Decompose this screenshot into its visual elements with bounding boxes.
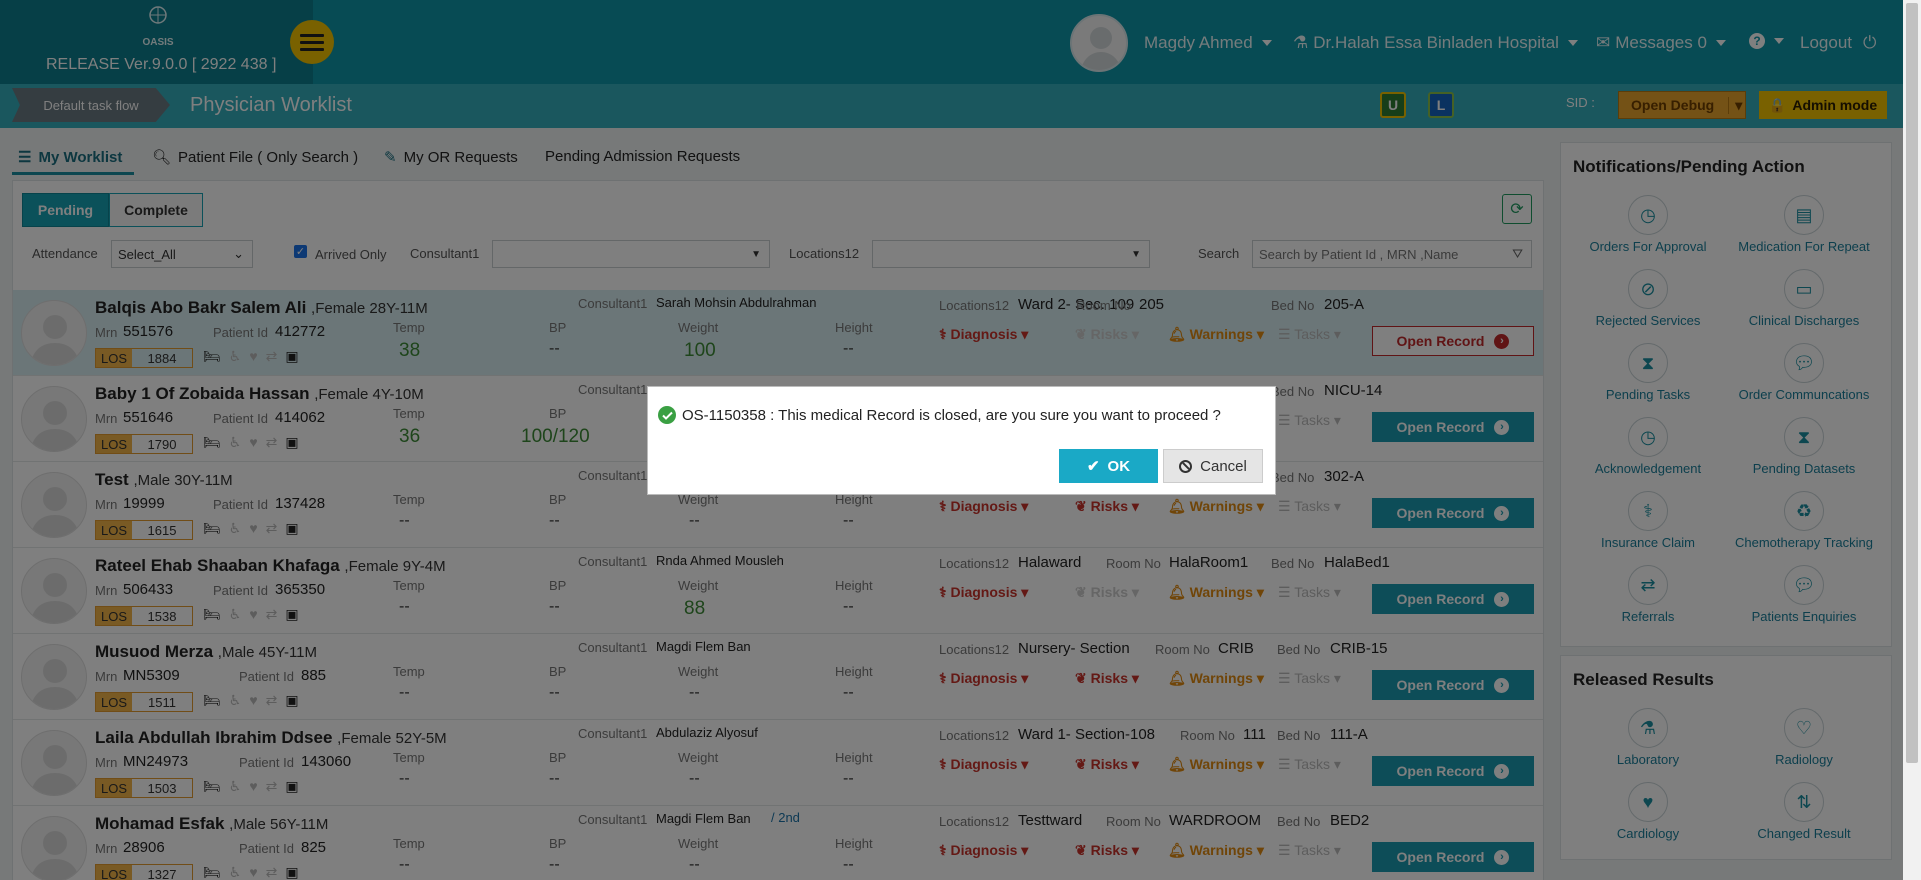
scrollbar-thumb[interactable]: [1906, 3, 1918, 763]
dialog-message-text: OS-1150358 : This medical Record is clos…: [682, 406, 1221, 424]
cancel-button[interactable]: Cancel: [1163, 449, 1263, 483]
check-icon: ✔: [1086, 458, 1100, 475]
check-circle-icon: [658, 406, 676, 424]
dialog-message: OS-1150358 : This medical Record is clos…: [658, 406, 1221, 424]
cancel-label: Cancel: [1200, 457, 1247, 475]
ok-button[interactable]: ✔ OK: [1059, 449, 1158, 483]
ban-icon: [1179, 459, 1193, 473]
ok-label: OK: [1107, 457, 1131, 475]
